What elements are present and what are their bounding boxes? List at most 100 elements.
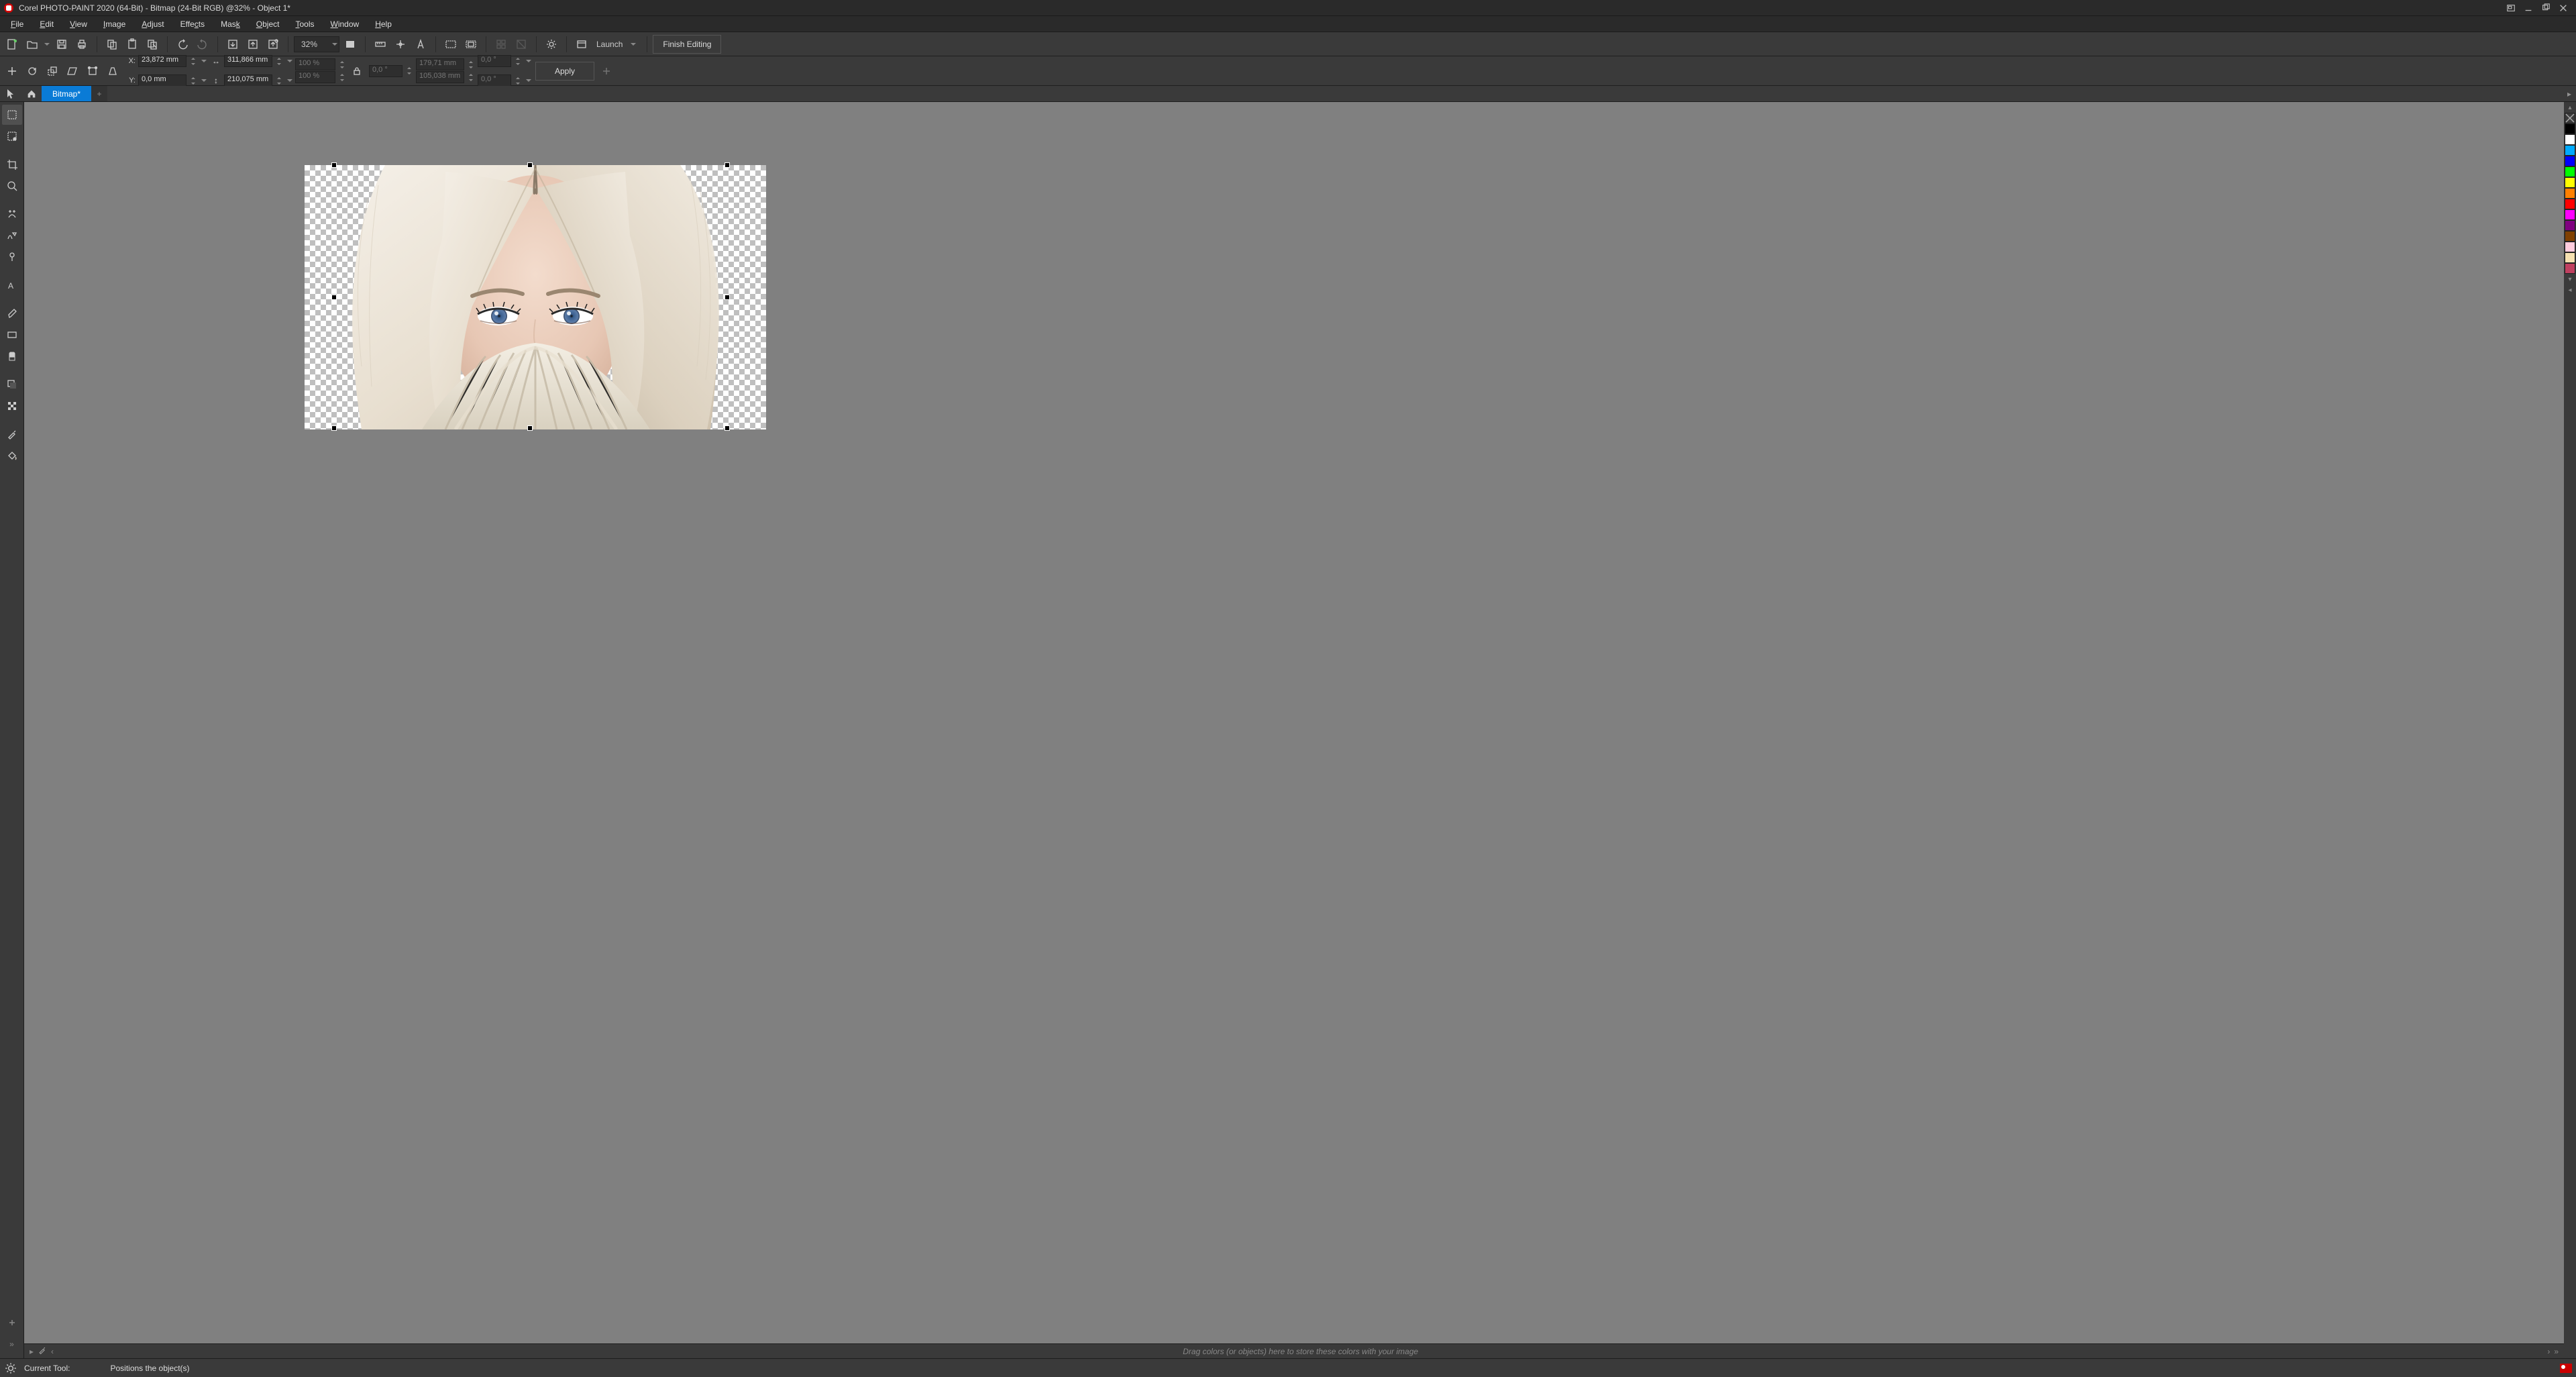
ruler-button[interactable] xyxy=(371,35,390,54)
selection-handle-tr[interactable] xyxy=(724,162,730,168)
skew-x-input[interactable]: 0,0 ° xyxy=(478,55,511,67)
export-button[interactable] xyxy=(244,35,262,54)
zoom-tool[interactable] xyxy=(2,176,22,196)
red-eye-tool[interactable] xyxy=(2,225,22,246)
publish-button[interactable] xyxy=(264,35,282,54)
menu-edit[interactable]: Edit xyxy=(32,17,62,31)
eraser-tool[interactable] xyxy=(2,346,22,366)
swatch-ff00ff[interactable] xyxy=(2565,209,2575,220)
pick-tool[interactable] xyxy=(2,105,22,125)
swatch-ffccdd[interactable] xyxy=(2565,242,2575,252)
launch-label[interactable]: Launch xyxy=(596,40,623,49)
w-dropdown[interactable] xyxy=(286,52,294,70)
apply-button[interactable]: Apply xyxy=(535,62,594,81)
y-spinner[interactable] xyxy=(189,75,197,86)
menu-adjust[interactable]: Adjust xyxy=(133,17,172,31)
text-tool[interactable]: A xyxy=(2,275,22,295)
invert-mask-button[interactable] xyxy=(512,35,531,54)
skew-y-input[interactable]: 0,0 ° xyxy=(478,74,511,87)
x-spinner[interactable] xyxy=(189,56,197,66)
workspace-icon[interactable] xyxy=(2502,1,2520,15)
menu-mask[interactable]: Mask xyxy=(213,17,248,31)
status-foreground-color-icon[interactable] xyxy=(2560,1364,2572,1373)
tab-bitmap[interactable]: Bitmap* xyxy=(42,86,91,101)
height-input[interactable]: 210,075 mm xyxy=(224,74,272,87)
scale-y-input[interactable]: 100 % xyxy=(295,71,335,83)
maximize-button[interactable] xyxy=(2537,1,2555,15)
colortray-prev[interactable]: ‹ xyxy=(51,1347,54,1356)
menu-help[interactable]: Help xyxy=(367,17,400,31)
import-button[interactable] xyxy=(223,35,242,54)
cy-spinner[interactable] xyxy=(467,72,475,83)
swatch-none[interactable] xyxy=(2565,113,2575,123)
redo-button[interactable] xyxy=(193,35,212,54)
swatch-00aaff[interactable] xyxy=(2565,145,2575,156)
grid-button[interactable] xyxy=(391,35,410,54)
undo-button[interactable] xyxy=(173,35,192,54)
selection-handle-tc[interactable] xyxy=(527,162,533,168)
open-button[interactable] xyxy=(23,35,42,54)
launch-dropdown[interactable] xyxy=(629,35,637,54)
palette-expand[interactable]: ◂ xyxy=(2565,285,2575,295)
sky-spinner[interactable] xyxy=(514,75,522,86)
perspective-object-button[interactable] xyxy=(103,62,122,81)
rot-spinner[interactable] xyxy=(405,66,413,76)
x-input[interactable]: 23,872 mm xyxy=(138,55,186,67)
skew-object-button[interactable] xyxy=(63,62,82,81)
home-tab[interactable] xyxy=(21,86,42,101)
options-button[interactable] xyxy=(542,35,561,54)
paint-tool[interactable] xyxy=(2,303,22,323)
selection-handle-tl[interactable] xyxy=(331,162,337,168)
colortray-play-icon[interactable]: ▸ xyxy=(30,1347,34,1356)
selection-handle-ml[interactable] xyxy=(331,295,337,300)
cut-button[interactable] xyxy=(143,35,162,54)
cx-spinner[interactable] xyxy=(467,59,475,70)
close-button[interactable] xyxy=(2555,1,2572,15)
y-input[interactable]: 0,0 mm xyxy=(138,74,186,87)
pick-tool-top[interactable] xyxy=(0,86,21,102)
copy-button[interactable] xyxy=(103,35,121,54)
rectangle-mask-tool[interactable] xyxy=(2,126,22,146)
swatch-ff0000[interactable] xyxy=(2565,199,2575,209)
clone-tool[interactable] xyxy=(2,204,22,224)
colortray-next[interactable]: › xyxy=(2547,1347,2550,1356)
selection-handle-br[interactable] xyxy=(724,425,730,431)
zoom-dropdown[interactable] xyxy=(331,35,339,54)
menu-window[interactable]: Window xyxy=(323,17,368,31)
skx-spinner[interactable] xyxy=(514,56,522,66)
clip-mask-button[interactable] xyxy=(492,35,511,54)
width-input[interactable]: 311,866 mm xyxy=(224,55,272,67)
menu-tools[interactable]: Tools xyxy=(287,17,322,31)
swatch-804000[interactable] xyxy=(2565,231,2575,242)
toolbox-expand[interactable]: » xyxy=(2,1334,22,1354)
fullscreen-preview-button[interactable] xyxy=(341,35,360,54)
h-spinner[interactable] xyxy=(275,75,283,86)
selection-handle-mr[interactable] xyxy=(724,295,730,300)
new-button[interactable] xyxy=(3,35,21,54)
rotate-object-button[interactable] xyxy=(23,62,42,81)
palette-scroll-down[interactable]: ▾ xyxy=(2565,274,2575,285)
tab-scroll-right[interactable]: ▸ xyxy=(2563,86,2576,102)
colortray-expand[interactable]: » xyxy=(2554,1347,2559,1356)
rectangle-tool[interactable] xyxy=(2,325,22,345)
app-launcher-icon[interactable] xyxy=(572,35,591,54)
transparency-tool[interactable] xyxy=(2,396,22,416)
add-tool-button[interactable] xyxy=(2,1313,22,1333)
lock-ratio-button[interactable] xyxy=(347,62,366,81)
new-object-button[interactable] xyxy=(3,62,21,81)
w-spinner[interactable] xyxy=(275,56,283,66)
eyedropper-tool[interactable] xyxy=(2,424,22,444)
mask-overlay-button[interactable] xyxy=(441,35,460,54)
menu-view[interactable]: View xyxy=(62,17,95,31)
menu-file[interactable]: File xyxy=(3,17,32,31)
canvas-image[interactable] xyxy=(305,165,766,429)
canvas[interactable] xyxy=(24,102,2564,1343)
swatch-ff8000[interactable] xyxy=(2565,188,2575,199)
fill-tool[interactable] xyxy=(2,446,22,466)
swatch-00ff00[interactable] xyxy=(2565,166,2575,177)
add-tab-button[interactable]: + xyxy=(91,86,107,101)
swatch-c04060[interactable] xyxy=(2565,263,2575,274)
skx-dropdown[interactable] xyxy=(525,52,533,70)
center-x-input[interactable]: 179,71 mm xyxy=(416,58,464,70)
minimize-button[interactable] xyxy=(2520,1,2537,15)
